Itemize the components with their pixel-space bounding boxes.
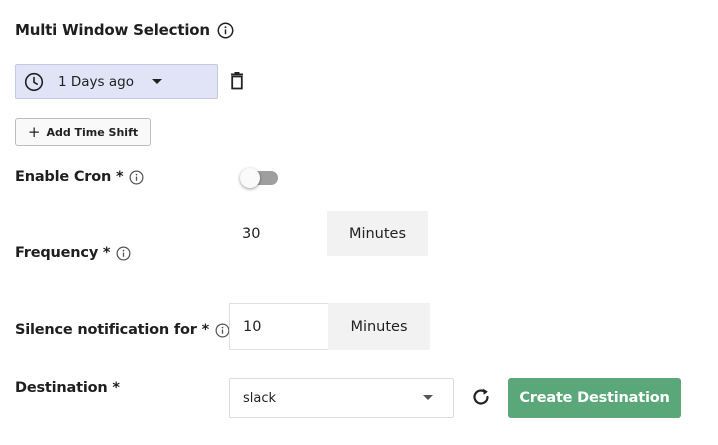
silence-notification-text: Silence notification for *	[15, 322, 209, 338]
silence-notification-input[interactable]: 10	[229, 303, 328, 350]
frequency-label: Frequency *	[15, 245, 131, 261]
frequency-text: Frequency *	[15, 245, 111, 261]
destination-label: Destination *	[15, 380, 120, 396]
toggle-knob	[240, 168, 260, 188]
enable-cron-text: Enable Cron *	[15, 169, 124, 185]
destination-text: Destination *	[15, 380, 120, 396]
multi-window-title-text: Multi Window Selection	[15, 21, 210, 39]
chevron-down-icon	[423, 395, 433, 400]
silence-notification-label: Silence notification for *	[15, 322, 230, 338]
info-icon[interactable]	[215, 323, 230, 338]
create-destination-button[interactable]: Create Destination	[508, 378, 681, 418]
info-icon[interactable]	[129, 170, 144, 185]
frequency-unit: Minutes	[327, 211, 428, 256]
add-time-shift-label: Add Time Shift	[46, 125, 139, 139]
chevron-down-icon	[151, 79, 162, 84]
clock-icon	[24, 72, 44, 92]
time-shift-select[interactable]: 1 Days ago	[15, 64, 218, 99]
enable-cron-toggle[interactable]	[240, 168, 278, 188]
destination-select[interactable]: slack	[229, 378, 454, 418]
destination-selected: slack	[243, 390, 277, 406]
add-time-shift-button[interactable]: + Add Time Shift	[15, 118, 151, 146]
plus-icon: +	[27, 122, 41, 141]
silence-notification-unit: Minutes	[328, 303, 430, 350]
time-shift-value: 1 Days ago	[58, 73, 134, 90]
info-icon[interactable]	[217, 22, 234, 39]
frequency-input[interactable]: 30	[229, 211, 327, 256]
trash-icon[interactable]	[229, 72, 245, 90]
enable-cron-label: Enable Cron *	[15, 169, 144, 185]
refresh-icon[interactable]	[470, 386, 492, 408]
multi-window-section-title: Multi Window Selection	[15, 21, 234, 39]
info-icon[interactable]	[116, 246, 131, 261]
